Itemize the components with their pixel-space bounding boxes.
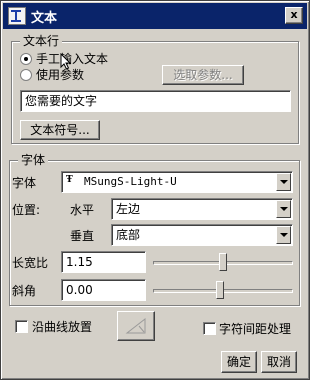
- manual-input-radio[interactable]: [20, 53, 32, 65]
- use-parameter-label: 使用参数: [36, 68, 85, 82]
- text-symbol-button[interactable]: 文本符号...: [20, 120, 100, 140]
- font-group-label: 字体: [18, 153, 49, 167]
- truetype-font-icon: Ŧ: [66, 175, 73, 185]
- slant-angle-label: 斜角: [12, 284, 37, 298]
- horizontal-select[interactable]: 左边: [111, 198, 293, 220]
- char-spacing-label: 字符间距处理: [219, 322, 292, 336]
- chevron-down-icon[interactable]: [276, 226, 291, 244]
- title-bar[interactable]: 文本 x: [3, 3, 307, 29]
- text-icon: [8, 7, 26, 25]
- text-dialog: 文本 x 文本行 手工输入文本 使用参数 选取参数... 您需要的文字 文本符号…: [0, 0, 310, 380]
- slant-angle-input[interactable]: 0.00: [61, 279, 146, 301]
- horizontal-select-value: 左边: [116, 202, 141, 216]
- close-button[interactable]: x: [285, 7, 303, 24]
- dialog-title: 文本: [31, 11, 58, 26]
- aspect-ratio-slider-thumb[interactable]: [219, 253, 227, 271]
- chevron-down-icon[interactable]: [276, 200, 291, 218]
- use-parameter-radio[interactable]: [20, 69, 32, 81]
- vertical-label: 垂直: [70, 229, 95, 243]
- font-label: 字体: [12, 176, 37, 190]
- flip-direction-icon: [125, 317, 146, 334]
- vertical-select-value: 底部: [116, 228, 141, 242]
- slant-angle-slider-thumb[interactable]: [216, 281, 224, 299]
- along-curve-label: 沿曲线放置: [32, 320, 93, 334]
- manual-input-label: 手工输入文本: [36, 52, 109, 66]
- cancel-button[interactable]: 取消: [261, 351, 297, 373]
- along-curve-checkbox[interactable]: [15, 320, 28, 333]
- aspect-ratio-label: 长宽比: [12, 256, 49, 270]
- aspect-ratio-input[interactable]: 1.15: [61, 251, 146, 273]
- horizontal-label: 水平: [70, 203, 95, 217]
- font-select[interactable]: Ŧ MSungS-Light-U: [61, 171, 293, 193]
- position-label: 位置:: [12, 203, 41, 217]
- vertical-select[interactable]: 底部: [111, 224, 293, 246]
- ok-button[interactable]: 确定: [221, 351, 257, 373]
- text-line-group: 文本行 手工输入文本 使用参数 选取参数... 您需要的文字 文本符号...: [11, 34, 299, 144]
- font-group: 字体 字体 Ŧ MSungS-Light-U 位置: 水平 左边 垂直 底部 长…: [9, 153, 300, 306]
- flip-direction-button[interactable]: [117, 311, 155, 341]
- font-select-value: MSungS-Light-U: [84, 175, 177, 188]
- char-spacing-checkbox[interactable]: [203, 322, 216, 335]
- text-input[interactable]: 您需要的文字: [20, 90, 291, 112]
- select-parameter-button[interactable]: 选取参数...: [162, 65, 244, 85]
- text-line-group-label: 文本行: [20, 34, 63, 48]
- chevron-down-icon[interactable]: [276, 173, 291, 191]
